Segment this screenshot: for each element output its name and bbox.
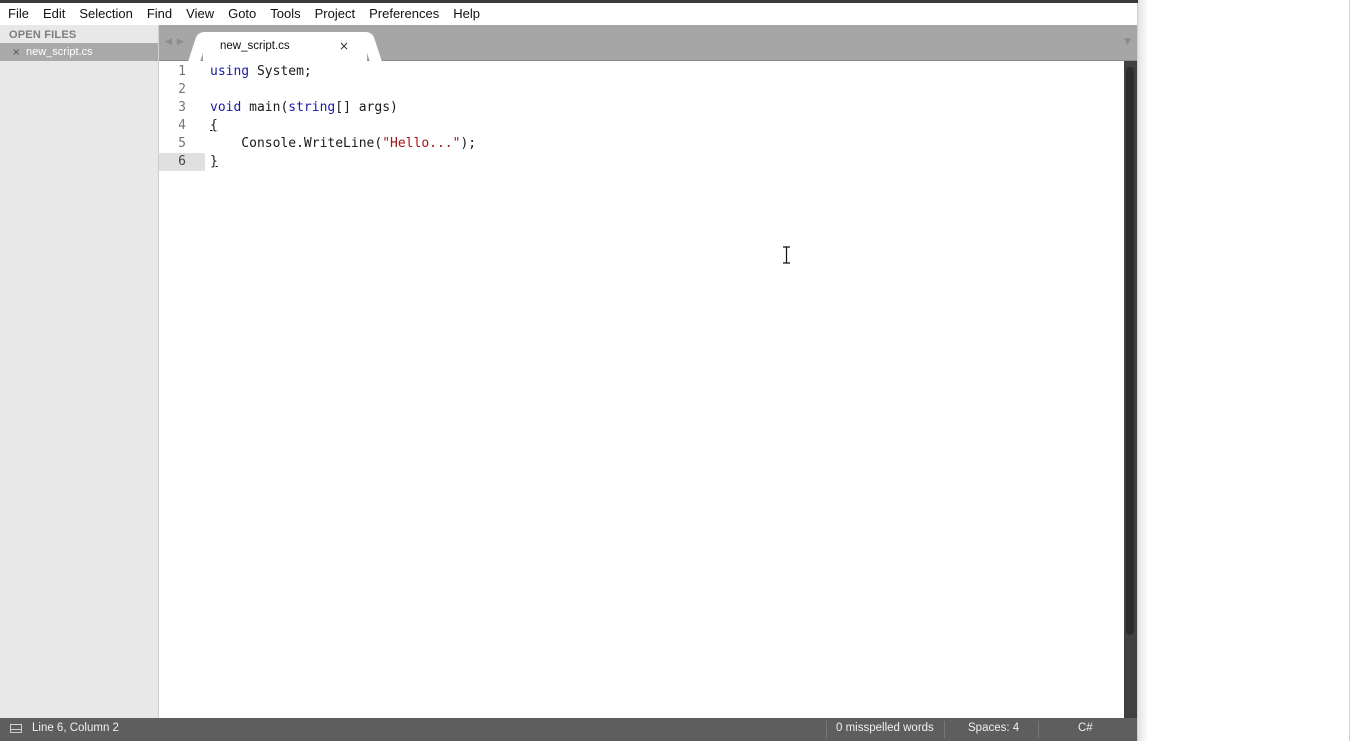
- current-line-number: 6: [159, 153, 205, 171]
- line-number: 4: [178, 118, 186, 133]
- keyword-token: string: [288, 100, 336, 115]
- menubar: File Edit Selection Find View Goto Tools…: [0, 3, 1137, 25]
- sidebar: OPEN FILES × new_script.cs: [0, 25, 159, 718]
- code-text: {: [210, 118, 218, 133]
- code-text: void main(string[] args): [210, 100, 398, 115]
- tab-new-script[interactable]: new_script.cs ×: [203, 32, 367, 61]
- menu-view[interactable]: View: [179, 3, 221, 25]
- menu-file[interactable]: File: [0, 3, 36, 25]
- editor-window: File Edit Selection Find View Goto Tools…: [0, 3, 1138, 741]
- status-bar: Line 6, Column 2 0 misspelled words Spac…: [0, 718, 1137, 741]
- desktop-divider: [1349, 0, 1350, 741]
- open-files-header: OPEN FILES: [9, 29, 77, 41]
- menu-help[interactable]: Help: [446, 3, 487, 25]
- menu-project[interactable]: Project: [308, 3, 362, 25]
- line-number: 3: [178, 100, 186, 115]
- menu-tools[interactable]: Tools: [263, 3, 307, 25]
- menu-find[interactable]: Find: [140, 3, 179, 25]
- menu-goto[interactable]: Goto: [221, 3, 263, 25]
- status-divider: [826, 721, 827, 738]
- sidebar-file-new-script[interactable]: × new_script.cs: [0, 43, 158, 61]
- line-number: 1: [178, 64, 186, 79]
- keyword-token: void: [210, 100, 242, 115]
- code-line: 6 }: [159, 153, 1124, 171]
- spellcheck-status[interactable]: 0 misspelled words: [836, 722, 934, 734]
- code-line: 1 using System;: [159, 63, 1124, 81]
- syntax-setting[interactable]: C#: [1078, 722, 1093, 734]
- code-line: 2: [159, 81, 1124, 99]
- tab-close-icon[interactable]: ×: [339, 39, 349, 53]
- code-text: Console.WriteLine("Hello...");: [210, 136, 477, 151]
- text-cursor-icon: [783, 246, 790, 264]
- line-number: 5: [178, 136, 186, 151]
- code-editor[interactable]: 1 using System; 2 3 void main(string[] a…: [159, 61, 1124, 718]
- tab-list-chevron-icon[interactable]: ▼: [1124, 37, 1131, 47]
- tab-bar: ◀▶ new_script.cs × ▼: [159, 25, 1137, 61]
- code-line: 3 void main(string[] args): [159, 99, 1124, 117]
- vertical-scrollbar[interactable]: [1124, 61, 1137, 718]
- line-number: 2: [178, 82, 186, 97]
- indentation-setting[interactable]: Spaces: 4: [968, 722, 1019, 734]
- code-text: }: [210, 154, 218, 169]
- string-token: "Hello...": [382, 136, 461, 151]
- menu-preferences[interactable]: Preferences: [362, 3, 446, 25]
- menu-selection[interactable]: Selection: [72, 3, 139, 25]
- status-divider: [1038, 721, 1039, 738]
- menu-edit[interactable]: Edit: [36, 3, 72, 25]
- sidebar-file-label: new_script.cs: [26, 46, 93, 58]
- code-line: 4 {: [159, 117, 1124, 135]
- status-divider: [944, 721, 945, 738]
- code-line: 5 Console.WriteLine("Hello...");: [159, 135, 1124, 153]
- window-shadow: [1138, 0, 1148, 741]
- scrollbar-thumb[interactable]: [1126, 67, 1134, 635]
- tab-forward-icon[interactable]: ▶: [177, 37, 189, 47]
- cursor-position: Line 6, Column 2: [32, 722, 119, 734]
- panel-toggle-icon[interactable]: [10, 724, 22, 733]
- tab-label: new_script.cs: [220, 40, 290, 52]
- close-file-icon[interactable]: ×: [12, 47, 24, 58]
- code-text: using System;: [210, 64, 312, 79]
- tab-nav-arrows: ◀▶: [165, 37, 189, 47]
- tab-back-icon[interactable]: ◀: [165, 37, 177, 47]
- keyword-token: using: [210, 64, 250, 79]
